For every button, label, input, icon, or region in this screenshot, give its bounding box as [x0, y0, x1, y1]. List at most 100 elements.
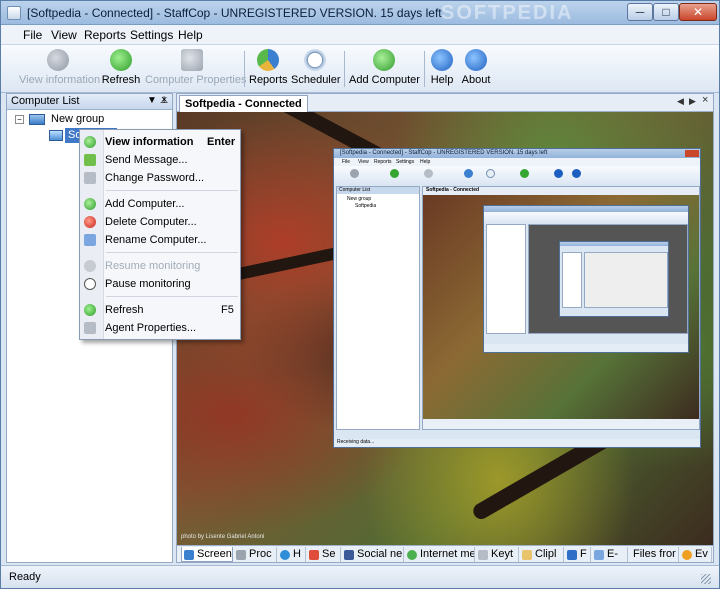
tab-keyboard[interactable]: Keyt	[476, 547, 519, 562]
cm-rename-computer[interactable]: Rename Computer...	[81, 230, 239, 250]
nested-status-bar: Receiving data...	[334, 439, 700, 447]
nested-screen-panel: Softpedia - Connected	[422, 186, 700, 430]
menu-file[interactable]: File	[23, 28, 42, 42]
nested-refresh-icon	[390, 169, 399, 178]
remote-screen-view[interactable]: [Softpedia - Connected] - StaffCop - UNR…	[177, 112, 713, 545]
menu-separator	[106, 252, 238, 253]
tab-next-icon[interactable]: ▶	[689, 96, 696, 107]
panel-header: Computer List ▼ ⊥ ×	[7, 94, 172, 110]
toolbar-separator	[344, 51, 345, 87]
app-window: [Softpedia - Connected] - StaffCop - UNR…	[0, 0, 720, 589]
nested-info-icon	[572, 169, 581, 178]
nested-clock-icon	[486, 169, 495, 178]
panel-close-icon[interactable]: ×	[161, 94, 167, 106]
title-bar: [Softpedia - Connected] - StaffCop - UNR…	[1, 1, 719, 25]
password-icon	[84, 172, 96, 184]
cm-pause-monitoring[interactable]: Pause monitoring	[81, 274, 239, 294]
computer-properties-button[interactable]: Computer Properties	[145, 49, 247, 91]
tab-prev-icon[interactable]: ◀	[677, 96, 684, 107]
cm-resume-monitoring[interactable]: Resume monitoring	[81, 256, 239, 276]
view-information-button[interactable]: View information	[19, 49, 100, 91]
context-menu: View information Enter Send Message... C…	[79, 129, 241, 340]
about-button[interactable]: About	[459, 49, 493, 91]
clipboard-icon	[522, 550, 532, 560]
tab-events[interactable]: Ev	[680, 547, 712, 562]
tab-close-icon[interactable]: ×	[702, 94, 708, 106]
menu-view[interactable]: View	[51, 28, 77, 42]
tab-social-networks[interactable]: Social ne	[342, 547, 404, 562]
nested-toolbar	[334, 166, 700, 184]
nested-menu-bar: File View Reports Settings Help	[334, 158, 700, 166]
menu-reports[interactable]: Reports	[84, 28, 126, 42]
nested-bottom-tabs	[423, 419, 699, 429]
menu-separator	[106, 296, 238, 297]
scheduler-button[interactable]: Scheduler	[291, 49, 341, 91]
resize-grip-icon[interactable]	[701, 574, 711, 584]
social-icon	[344, 550, 354, 560]
nested-title-bar: [Softpedia - Connected] - StaffCop - UNR…	[334, 149, 700, 158]
view-tab-bar: Screen Proc H Se Social ne Internet me K…	[177, 545, 713, 562]
cm-agent-properties[interactable]: Agent Properties...	[81, 318, 239, 338]
tab-files-from[interactable]: Files fror	[629, 547, 679, 562]
reports-button[interactable]: Reports	[249, 49, 288, 91]
panel-title: Computer List	[11, 95, 80, 107]
tree-expander-icon[interactable]: −	[15, 115, 24, 124]
toolbar: View information Refresh Computer Proper…	[1, 45, 719, 93]
menu-bar: File View Reports Settings Help	[1, 25, 719, 45]
photo-credit: photo by Lisente Gabriel Antoni	[181, 534, 265, 540]
help-button[interactable]: Help	[429, 49, 455, 91]
keyboard-icon	[478, 550, 488, 560]
tab-files[interactable]: F	[565, 547, 591, 562]
pie-chart-icon	[257, 49, 279, 71]
nested-remote-window-2	[483, 205, 689, 353]
status-bar: Ready	[1, 565, 719, 588]
close-button[interactable]: ✕	[679, 3, 717, 21]
tab-email[interactable]: E-	[592, 547, 628, 562]
refresh-icon	[110, 49, 132, 71]
view-information-icon	[84, 136, 96, 148]
file-icon	[567, 550, 577, 560]
view-information-icon	[47, 49, 69, 71]
globe-icon	[280, 550, 290, 560]
maximize-button[interactable]: □	[653, 3, 679, 21]
tools-icon	[84, 322, 96, 334]
tab-search[interactable]: Se	[307, 547, 341, 562]
cm-send-message[interactable]: Send Message...	[81, 150, 239, 170]
tab-softpedia-connected[interactable]: Softpedia - Connected	[179, 95, 308, 112]
tab-internet-messengers[interactable]: Internet me	[405, 547, 475, 562]
tab-processes[interactable]: Proc	[234, 547, 277, 562]
toolbar-separator	[424, 51, 425, 87]
group-icon	[29, 114, 45, 125]
nested-view-icon	[350, 169, 359, 178]
cm-view-information[interactable]: View information Enter	[81, 132, 239, 152]
cm-change-password[interactable]: Change Password...	[81, 168, 239, 188]
refresh-icon	[84, 304, 96, 316]
nested-remote-window: [Softpedia - Connected] - StaffCop - UNR…	[333, 148, 701, 448]
document-tab-bar: Softpedia - Connected ◀ ▶ ×	[177, 94, 713, 112]
status-text: Ready	[9, 571, 41, 583]
refresh-button[interactable]: Refresh	[101, 49, 141, 91]
nested-close-icon	[685, 150, 699, 157]
screen-panel: Softpedia - Connected ◀ ▶ × [Softpedia -…	[176, 93, 714, 563]
cm-delete-computer[interactable]: Delete Computer...	[81, 212, 239, 232]
pause-icon	[84, 278, 96, 290]
cm-add-computer[interactable]: Add Computer...	[81, 194, 239, 214]
toolbar-separator	[244, 51, 245, 87]
delete-icon	[84, 216, 96, 228]
menu-help[interactable]: Help	[178, 28, 203, 42]
add-computer-button[interactable]: Add Computer	[349, 49, 420, 91]
nested-help-icon	[554, 169, 563, 178]
nested-tools-icon	[424, 169, 433, 178]
cm-refresh[interactable]: Refresh F5	[81, 300, 239, 320]
minimize-button[interactable]: ─	[627, 3, 653, 21]
tab-history[interactable]: H	[278, 547, 306, 562]
tab-screen[interactable]: Screen	[181, 547, 233, 562]
nested-computer-list: Computer List New group Softpedia	[336, 186, 420, 430]
tree-group-new-group[interactable]: New group	[51, 113, 104, 125]
tab-clipboard[interactable]: Clipl	[520, 547, 564, 562]
clock-icon	[304, 49, 326, 71]
tools-icon	[181, 49, 203, 71]
menu-settings[interactable]: Settings	[130, 28, 173, 42]
menu-separator	[106, 190, 238, 191]
messenger-icon	[407, 550, 417, 560]
